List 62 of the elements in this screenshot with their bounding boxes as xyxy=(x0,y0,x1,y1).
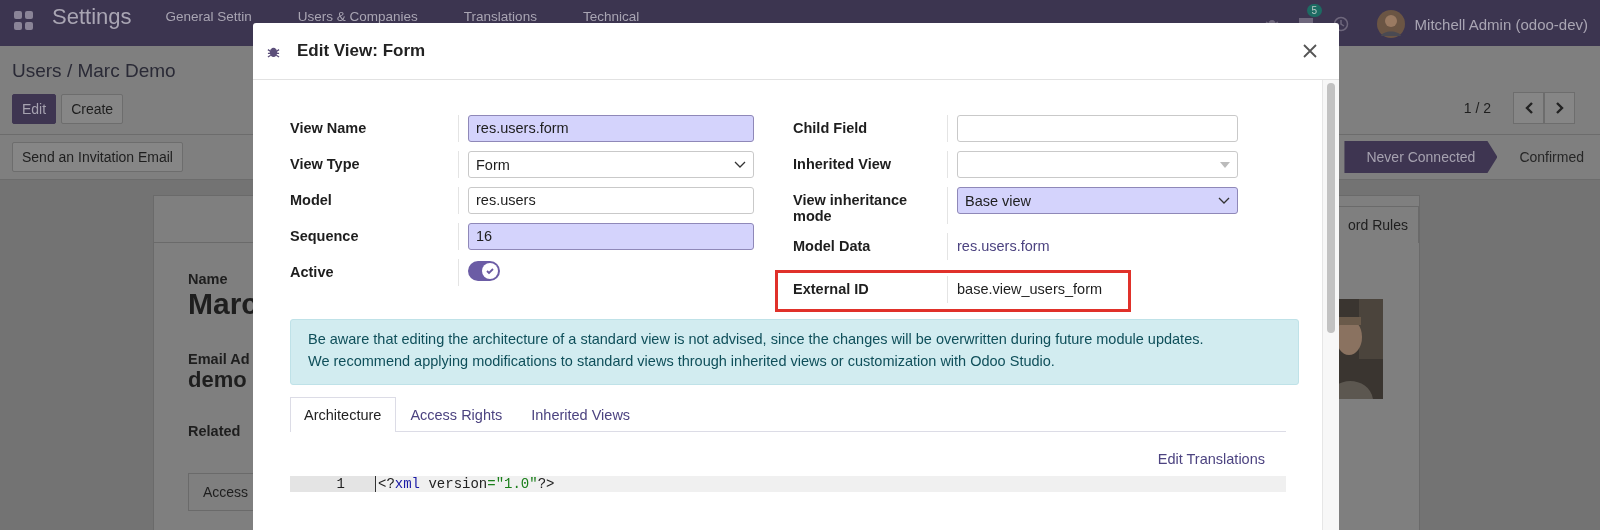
field-label: Name xyxy=(188,271,228,287)
active-toggle[interactable] xyxy=(468,261,500,281)
record-tab[interactable]: ord Rules xyxy=(1337,206,1419,243)
alert-text: We recommend applying modifications to standard views through inherited views or customization with Odoo Studio. xyxy=(308,352,1056,371)
tab[interactable]: Inherited Views xyxy=(517,397,646,432)
line-number: 1 xyxy=(290,476,375,492)
record-email: demo xyxy=(188,367,247,393)
menu-item[interactable]: Translations xyxy=(463,9,537,24)
edit-translations-link[interactable]: Edit Translations xyxy=(1157,451,1265,467)
tab[interactable]: Access Rights xyxy=(396,397,518,432)
avatar-icon[interactable] xyxy=(1376,10,1405,38)
field-label: Child Field xyxy=(793,119,869,138)
tab[interactable]: Architecture xyxy=(290,397,397,432)
chevron-down-icon xyxy=(734,160,746,169)
select-field[interactable]: Base view xyxy=(957,187,1238,214)
record-name: Marc xyxy=(188,287,259,321)
menu-item[interactable]: General Settin xyxy=(165,9,252,24)
field-label: View Type xyxy=(290,155,361,174)
status-step[interactable]: Confirmed xyxy=(1497,141,1600,173)
field-label: View inheritance mode xyxy=(793,191,909,224)
model-data-link[interactable]: res.users.form xyxy=(957,233,1050,254)
chevron-left-icon xyxy=(1523,101,1534,115)
menu-item[interactable]: Users & Companies xyxy=(297,9,418,24)
caret-down-icon xyxy=(1220,161,1230,168)
create-button[interactable]: Create xyxy=(61,94,124,124)
close-icon[interactable] xyxy=(1303,44,1317,58)
field-label: Model Data xyxy=(793,237,872,256)
next-button[interactable] xyxy=(1544,92,1575,124)
user-name[interactable]: Mitchell Admin (odoo-dev) xyxy=(1414,15,1588,33)
apps-grid-icon[interactable] xyxy=(14,11,34,31)
field-label: Model xyxy=(290,191,333,210)
field-label: Inherited View xyxy=(793,155,893,174)
field-value: base.view_users_form xyxy=(957,280,1103,297)
menu-item[interactable]: Technical xyxy=(582,9,640,24)
pager-count: 1 / 2 xyxy=(1463,100,1491,116)
dialog-title: Edit View: Form xyxy=(297,41,426,61)
app-title: Settings xyxy=(52,4,132,30)
message-count-badge: 5 xyxy=(1306,4,1323,17)
chevron-right-icon xyxy=(1554,101,1565,115)
chevron-down-icon xyxy=(1218,196,1230,205)
input-field[interactable] xyxy=(957,115,1238,142)
field-label: Related xyxy=(188,423,241,439)
select-field[interactable]: Form xyxy=(468,151,754,178)
scrollbar-thumb[interactable] xyxy=(1327,83,1335,333)
check-icon xyxy=(485,266,495,276)
status-step[interactable]: Never Connected xyxy=(1344,141,1498,173)
field-label: Email Ad xyxy=(188,351,250,367)
previous-button[interactable] xyxy=(1513,92,1544,124)
send-invitation-button[interactable]: Send an Invitation Email xyxy=(12,142,183,172)
breadcrumb: Users / Marc Demo xyxy=(12,60,176,82)
input-field[interactable]: res.users xyxy=(468,187,754,214)
combo-field[interactable] xyxy=(957,151,1238,178)
alert-text: Be aware that editing the architecture of a standard view is not advised, since the changes will be overwritten during future module updates. xyxy=(308,330,1205,349)
input-field[interactable]: 16 xyxy=(468,223,754,250)
input-field[interactable]: res.users.form xyxy=(468,115,754,142)
edit-button[interactable]: Edit xyxy=(12,94,57,124)
field-label: Active xyxy=(290,263,335,282)
clock-icon[interactable] xyxy=(1332,16,1349,32)
code-line: <?xml version="1.0"?> xyxy=(375,476,555,492)
field-label: Sequence xyxy=(290,227,360,246)
field-label: View Name xyxy=(290,119,368,138)
field-label: External ID xyxy=(793,280,870,299)
